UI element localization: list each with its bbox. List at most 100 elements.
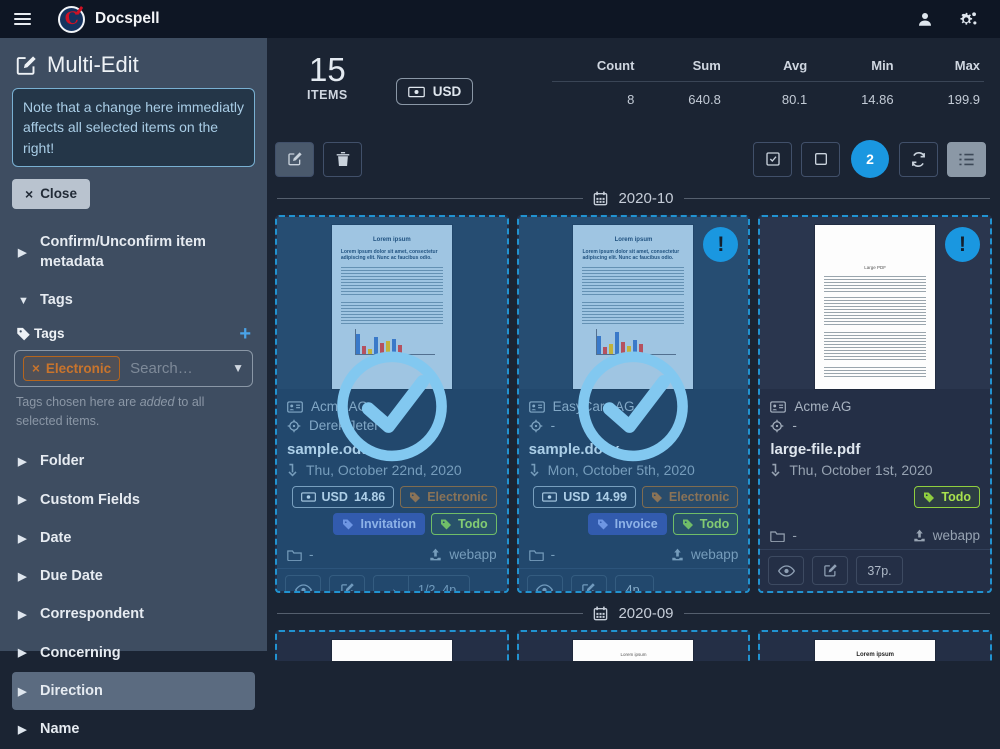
chevron-down-icon[interactable]: ▼ bbox=[232, 361, 244, 375]
multi-edit-sidebar: Multi-Edit Note that a change here immed… bbox=[0, 38, 267, 737]
items-count: 15 ITEMS bbox=[307, 51, 348, 103]
close-button[interactable]: × Close bbox=[12, 178, 90, 209]
tag-icon bbox=[410, 492, 421, 503]
sidebar-item-date[interactable]: ▶ Date bbox=[12, 519, 255, 557]
edit-selected-button[interactable] bbox=[275, 141, 314, 177]
item-card[interactable]: Keywords in PDF bbox=[275, 630, 509, 661]
edit-item-button[interactable] bbox=[570, 575, 607, 591]
document-preview: Lorem ipsum Lorem ipsum dolor sit amet, … bbox=[277, 217, 507, 389]
preview-eye-button[interactable] bbox=[526, 575, 563, 591]
sidebar-item-due-date[interactable]: ▶ Due Date bbox=[12, 557, 255, 595]
item-card-large-file-pdf[interactable]: ! Large PDF Acme AG - large-file.pdf Thu… bbox=[758, 215, 992, 593]
selected-count-badge[interactable]: 2 bbox=[851, 140, 889, 178]
item-card[interactable]: Lorem ipsum Lorem ipsum dolor sit amet, … bbox=[758, 630, 992, 661]
page-count: 1/2, 4p. bbox=[408, 576, 469, 591]
folder-source-row: - webapp bbox=[760, 524, 990, 549]
item-date-row: Thu, October 22nd, 2020 bbox=[287, 460, 497, 484]
sidebar-item-concerning[interactable]: ▶ Concerning bbox=[12, 634, 255, 672]
sidebar-title: Multi-Edit bbox=[12, 46, 255, 88]
due-alert-badge: ! bbox=[945, 227, 980, 262]
sidebar-item-tags[interactable]: ▼ Tags bbox=[12, 281, 255, 319]
tag-badge-todo[interactable]: Todo bbox=[672, 513, 739, 535]
tag-badge-todo[interactable]: Todo bbox=[914, 486, 980, 508]
tag-badge-invitation[interactable]: Invitation bbox=[333, 513, 426, 535]
sidebar-item-correspondent[interactable]: ▶ Correspondent bbox=[12, 595, 255, 633]
item-name: sample.docx bbox=[528, 441, 620, 458]
caret-right-icon: ▶ bbox=[18, 494, 27, 507]
docspell-logo: C bbox=[58, 5, 85, 33]
item-card-grid: Keywords in PDF Lorem ipsum Lorem ipsum … bbox=[267, 630, 1000, 661]
sidebar-item-name[interactable]: ▶ Name bbox=[12, 710, 255, 748]
preview-eye-button[interactable] bbox=[285, 575, 321, 591]
item-name: large-file.pdf bbox=[770, 441, 861, 458]
edit-item-button[interactable] bbox=[329, 575, 365, 591]
settings-gears-icon[interactable] bbox=[956, 10, 978, 28]
preview-eye-button[interactable] bbox=[768, 556, 805, 585]
upload-icon bbox=[429, 548, 442, 561]
refresh-button[interactable] bbox=[899, 141, 938, 177]
tags-search-input[interactable]: × Electronic Search… ▼ bbox=[14, 349, 253, 387]
next-attachment-button[interactable]: → bbox=[374, 576, 408, 592]
page-count: 37p. bbox=[856, 556, 903, 585]
edit-icon bbox=[16, 55, 37, 76]
folder-source-row: - webapp bbox=[519, 543, 749, 568]
user-icon[interactable] bbox=[916, 10, 934, 28]
amount-badge: USD 14.99 bbox=[533, 486, 636, 508]
concerning-row: - bbox=[529, 416, 739, 435]
calendar-icon bbox=[593, 606, 608, 621]
item-card-sample-docx[interactable]: ! Lorem ipsum Lorem ipsum dolor sit amet… bbox=[516, 215, 751, 593]
menu-icon[interactable] bbox=[0, 13, 44, 25]
tag-icon bbox=[16, 326, 31, 341]
tag-badge-todo[interactable]: Todo bbox=[431, 513, 497, 535]
sidebar-item-confirm-metadata[interactable]: ▶ Confirm/Unconfirm item metadata bbox=[12, 223, 242, 282]
person-target-icon bbox=[287, 419, 301, 433]
calendar-icon bbox=[593, 191, 608, 206]
correspondent-row: Acme AG bbox=[287, 397, 497, 416]
caret-down-icon: ▼ bbox=[18, 294, 29, 307]
add-tag-icon[interactable]: + bbox=[239, 324, 251, 344]
page-count: 4p. bbox=[614, 575, 655, 591]
item-card-grid: Lorem ipsum Lorem ipsum dolor sit amet, … bbox=[267, 215, 1000, 593]
tag-icon bbox=[343, 519, 354, 530]
tag-badge-electronic[interactable]: Electronic bbox=[641, 486, 739, 508]
currency-badge: USD bbox=[395, 78, 474, 105]
tag-icon bbox=[924, 492, 935, 503]
concerning-row: - bbox=[770, 416, 980, 435]
deselect-all-button[interactable] bbox=[801, 141, 840, 177]
person-target-icon bbox=[529, 419, 543, 433]
concerning-row: Derek Jeter bbox=[287, 416, 497, 435]
document-preview: Keywords in PDF bbox=[277, 632, 507, 661]
remove-tag-icon[interactable]: × bbox=[32, 361, 40, 376]
folder-icon bbox=[770, 530, 786, 542]
document-preview: Lorem ipsum Lorem ipsum dolor sit amet, … bbox=[760, 632, 990, 661]
select-all-button[interactable] bbox=[753, 141, 792, 177]
item-card-sample-odt[interactable]: Lorem ipsum Lorem ipsum dolor sit amet, … bbox=[275, 215, 509, 593]
item-list-main: 15 ITEMS USD Count Sum Avg Min Max 8 640.8 … bbox=[267, 38, 1000, 661]
sidebar-item-direction[interactable]: ▶ Direction bbox=[12, 672, 255, 711]
delete-selected-button[interactable] bbox=[323, 141, 362, 177]
arrow-down-icon bbox=[287, 463, 298, 477]
caret-right-icon: ▶ bbox=[18, 532, 27, 545]
selection-toolbar: 2 bbox=[267, 136, 1000, 186]
caret-right-icon: ▶ bbox=[18, 647, 27, 660]
tag-badge-invoice[interactable]: Invoice bbox=[587, 513, 667, 535]
sidebar-item-folder[interactable]: ▶ Folder bbox=[12, 442, 255, 480]
card-footer: → 1/2, 4p. bbox=[277, 568, 507, 592]
tags-help-text: Tags chosen here are added to all select… bbox=[16, 394, 205, 428]
arrow-down-icon bbox=[770, 463, 781, 477]
preview-chart bbox=[354, 328, 435, 355]
item-card[interactable]: Lorem ipsum Lorem ipsum dolor sit amet, … bbox=[516, 630, 751, 661]
tag-badge-electronic[interactable]: Electronic bbox=[400, 486, 497, 508]
sidebar-item-custom-fields[interactable]: ▶ Custom Fields bbox=[12, 481, 255, 519]
address-card-icon bbox=[770, 400, 787, 413]
view-menu-button[interactable] bbox=[947, 141, 986, 177]
preview-chart bbox=[596, 328, 677, 355]
item-name: sample.odt bbox=[287, 441, 367, 458]
folder-icon bbox=[528, 549, 544, 561]
edit-item-button[interactable] bbox=[812, 556, 849, 585]
amount-badge: USD 14.86 bbox=[291, 486, 395, 508]
tag-chip-electronic[interactable]: × Electronic bbox=[23, 355, 121, 381]
folder-icon bbox=[287, 549, 302, 561]
close-icon: × bbox=[25, 185, 34, 202]
date-group-header: 2020-09 bbox=[267, 593, 1000, 630]
